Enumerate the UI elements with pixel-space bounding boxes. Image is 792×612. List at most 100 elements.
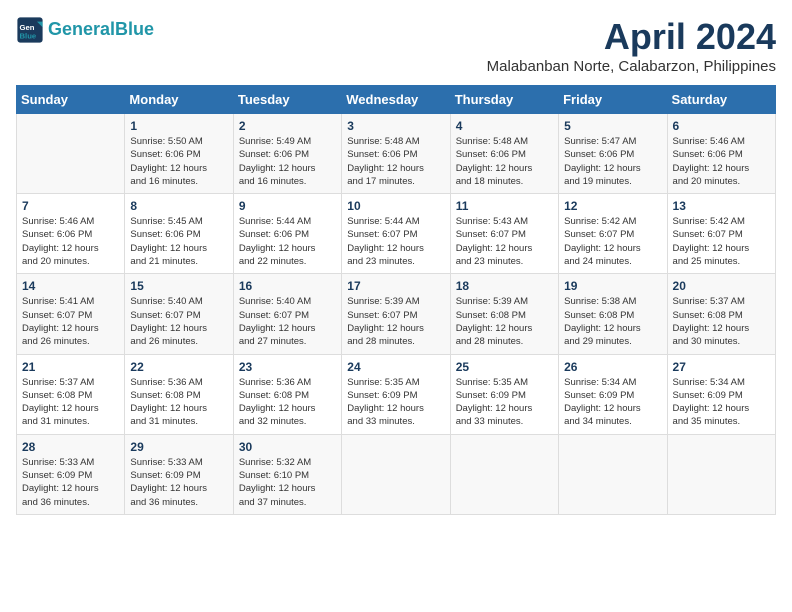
day-number: 19 xyxy=(564,279,661,293)
day-number: 7 xyxy=(22,199,119,213)
calendar-table: SundayMondayTuesdayWednesdayThursdayFrid… xyxy=(16,85,776,515)
week-row-4: 21Sunrise: 5:37 AMSunset: 6:08 PMDayligh… xyxy=(17,354,776,434)
day-number: 8 xyxy=(130,199,227,213)
day-info: Sunrise: 5:47 AMSunset: 6:06 PMDaylight:… xyxy=(564,135,661,188)
day-number: 20 xyxy=(673,279,770,293)
calendar-cell: 22 Sunrise: 5:36 AMSunset: 6:08 PMDayligh… xyxy=(125,354,233,434)
calendar-cell: 17 Sunrise: 5:39 AMSunset: 6:07 PMDayligh… xyxy=(342,274,450,354)
calendar-cell: 26Sunrise: 5:34 AMSunset: 6:09 PMDayligh… xyxy=(559,354,667,434)
day-info: Sunrise: 5:37 AMSunset: 6:08 PMDaylight:… xyxy=(673,295,770,348)
calendar-cell: 8 Sunrise: 5:45 AMSunset: 6:06 PMDaylight… xyxy=(125,194,233,274)
calendar-cell: 18 Sunrise: 5:39 AMSunset: 6:08 PMDayligh… xyxy=(450,274,558,354)
day-number: 15 xyxy=(130,279,227,293)
day-info: Sunrise: 5:45 AMSunset: 6:06 PMDaylight:… xyxy=(130,215,227,268)
day-number: 17 xyxy=(347,279,444,293)
calendar-cell: 1Sunrise: 5:50 AMSunset: 6:06 PMDaylight… xyxy=(125,114,233,194)
day-info: Sunrise: 5:33 AMSunset: 6:09 PMDaylight:… xyxy=(22,456,119,509)
day-info: Sunrise: 5:42 AMSunset: 6:07 PMDaylight:… xyxy=(564,215,661,268)
calendar-cell xyxy=(342,434,450,514)
day-info: Sunrise: 5:46 AMSunset: 6:06 PMDaylight:… xyxy=(673,135,770,188)
calendar-cell: 2Sunrise: 5:49 AMSunset: 6:06 PMDaylight… xyxy=(233,114,341,194)
week-row-5: 28 Sunrise: 5:33 AMSunset: 6:09 PMDayligh… xyxy=(17,434,776,514)
day-info: Sunrise: 5:41 AMSunset: 6:07 PMDaylight:… xyxy=(22,295,119,348)
day-number: 12 xyxy=(564,199,661,213)
day-number: 6 xyxy=(673,119,770,133)
calendar-cell: 6 Sunrise: 5:46 AMSunset: 6:06 PMDaylight… xyxy=(667,114,775,194)
week-row-2: 7 Sunrise: 5:46 AMSunset: 6:06 PMDaylight… xyxy=(17,194,776,274)
day-info: Sunrise: 5:35 AMSunset: 6:09 PMDaylight:… xyxy=(347,376,444,429)
calendar-cell: 21Sunrise: 5:37 AMSunset: 6:08 PMDayligh… xyxy=(17,354,125,434)
calendar-cell xyxy=(17,114,125,194)
calendar-cell: 5Sunrise: 5:47 AMSunset: 6:06 PMDaylight… xyxy=(559,114,667,194)
svg-text:Blue: Blue xyxy=(20,31,37,40)
weekday-header-row: SundayMondayTuesdayWednesdayThursdayFrid… xyxy=(17,86,776,114)
calendar-cell: 27Sunrise: 5:34 AMSunset: 6:09 PMDayligh… xyxy=(667,354,775,434)
day-number: 28 xyxy=(22,440,119,454)
svg-text:Gen: Gen xyxy=(20,23,35,32)
day-number: 25 xyxy=(456,360,553,374)
logo-text: GeneralBlue xyxy=(48,19,154,41)
weekday-header-monday: Monday xyxy=(125,86,233,114)
page-header: Gen Blue GeneralBlue April 2024 Malabanb… xyxy=(16,16,776,75)
calendar-cell: 3 Sunrise: 5:48 AMSunset: 6:06 PMDaylight… xyxy=(342,114,450,194)
calendar-cell: 7 Sunrise: 5:46 AMSunset: 6:06 PMDaylight… xyxy=(17,194,125,274)
day-info: Sunrise: 5:34 AMSunset: 6:09 PMDaylight:… xyxy=(673,376,770,429)
day-info: Sunrise: 5:46 AMSunset: 6:06 PMDaylight:… xyxy=(22,215,119,268)
calendar-cell: 14 Sunrise: 5:41 AMSunset: 6:07 PMDayligh… xyxy=(17,274,125,354)
month-title: April 2024 xyxy=(487,16,776,58)
calendar-cell: 30 Sunrise: 5:32 AMSunset: 6:10 PMDayligh… xyxy=(233,434,341,514)
day-number: 24 xyxy=(347,360,444,374)
calendar-cell: 19Sunrise: 5:38 AMSunset: 6:08 PMDayligh… xyxy=(559,274,667,354)
day-info: Sunrise: 5:34 AMSunset: 6:09 PMDaylight:… xyxy=(564,376,661,429)
day-number: 11 xyxy=(456,199,553,213)
day-number: 18 xyxy=(456,279,553,293)
day-info: Sunrise: 5:37 AMSunset: 6:08 PMDaylight:… xyxy=(22,376,119,429)
day-info: Sunrise: 5:33 AMSunset: 6:09 PMDaylight:… xyxy=(130,456,227,509)
calendar-cell: 10Sunrise: 5:44 AMSunset: 6:07 PMDayligh… xyxy=(342,194,450,274)
weekday-header-saturday: Saturday xyxy=(667,86,775,114)
calendar-cell: 23Sunrise: 5:36 AMSunset: 6:08 PMDayligh… xyxy=(233,354,341,434)
day-number: 22 xyxy=(130,360,227,374)
weekday-header-wednesday: Wednesday xyxy=(342,86,450,114)
day-info: Sunrise: 5:48 AMSunset: 6:06 PMDaylight:… xyxy=(347,135,444,188)
day-info: Sunrise: 5:40 AMSunset: 6:07 PMDaylight:… xyxy=(130,295,227,348)
calendar-cell xyxy=(667,434,775,514)
calendar-cell: 28 Sunrise: 5:33 AMSunset: 6:09 PMDayligh… xyxy=(17,434,125,514)
title-area: April 2024 Malabanban Norte, Calabarzon,… xyxy=(487,16,776,75)
week-row-1: 1Sunrise: 5:50 AMSunset: 6:06 PMDaylight… xyxy=(17,114,776,194)
weekday-header-thursday: Thursday xyxy=(450,86,558,114)
week-row-3: 14 Sunrise: 5:41 AMSunset: 6:07 PMDayligh… xyxy=(17,274,776,354)
day-info: Sunrise: 5:36 AMSunset: 6:08 PMDaylight:… xyxy=(239,376,336,429)
location-subtitle: Malabanban Norte, Calabarzon, Philippine… xyxy=(487,58,776,75)
calendar-cell: 11 Sunrise: 5:43 AMSunset: 6:07 PMDayligh… xyxy=(450,194,558,274)
logo-icon: Gen Blue xyxy=(16,16,44,44)
weekday-header-tuesday: Tuesday xyxy=(233,86,341,114)
weekday-header-friday: Friday xyxy=(559,86,667,114)
day-info: Sunrise: 5:32 AMSunset: 6:10 PMDaylight:… xyxy=(239,456,336,509)
day-info: Sunrise: 5:44 AMSunset: 6:06 PMDaylight:… xyxy=(239,215,336,268)
day-info: Sunrise: 5:42 AMSunset: 6:07 PMDaylight:… xyxy=(673,215,770,268)
day-info: Sunrise: 5:40 AMSunset: 6:07 PMDaylight:… xyxy=(239,295,336,348)
day-info: Sunrise: 5:39 AMSunset: 6:07 PMDaylight:… xyxy=(347,295,444,348)
day-number: 3 xyxy=(347,119,444,133)
day-number: 14 xyxy=(22,279,119,293)
day-number: 1 xyxy=(130,119,227,133)
day-number: 2 xyxy=(239,119,336,133)
day-number: 9 xyxy=(239,199,336,213)
day-info: Sunrise: 5:39 AMSunset: 6:08 PMDaylight:… xyxy=(456,295,553,348)
logo: Gen Blue GeneralBlue xyxy=(16,16,154,44)
calendar-cell: 9 Sunrise: 5:44 AMSunset: 6:06 PMDaylight… xyxy=(233,194,341,274)
day-info: Sunrise: 5:43 AMSunset: 6:07 PMDaylight:… xyxy=(456,215,553,268)
weekday-header-sunday: Sunday xyxy=(17,86,125,114)
calendar-cell: 16Sunrise: 5:40 AMSunset: 6:07 PMDayligh… xyxy=(233,274,341,354)
day-number: 29 xyxy=(130,440,227,454)
calendar-cell: 12 Sunrise: 5:42 AMSunset: 6:07 PMDayligh… xyxy=(559,194,667,274)
day-info: Sunrise: 5:36 AMSunset: 6:08 PMDaylight:… xyxy=(130,376,227,429)
calendar-cell: 20 Sunrise: 5:37 AMSunset: 6:08 PMDayligh… xyxy=(667,274,775,354)
calendar-cell: 24 Sunrise: 5:35 AMSunset: 6:09 PMDayligh… xyxy=(342,354,450,434)
calendar-cell: 4Sunrise: 5:48 AMSunset: 6:06 PMDaylight… xyxy=(450,114,558,194)
day-number: 30 xyxy=(239,440,336,454)
calendar-cell: 29 Sunrise: 5:33 AMSunset: 6:09 PMDayligh… xyxy=(125,434,233,514)
calendar-cell: 15 Sunrise: 5:40 AMSunset: 6:07 PMDayligh… xyxy=(125,274,233,354)
day-number: 10 xyxy=(347,199,444,213)
